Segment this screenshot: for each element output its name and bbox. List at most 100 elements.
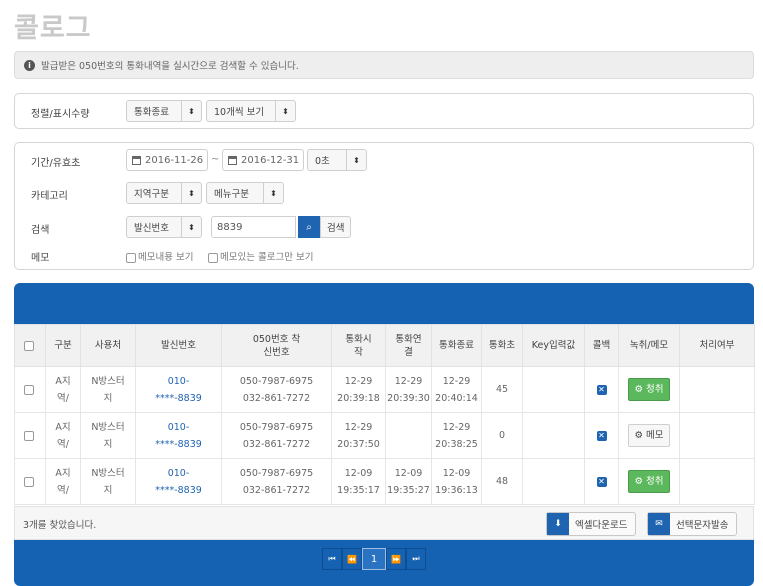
- cell-end: 12-29 20:40:14: [431, 366, 482, 413]
- search-icon[interactable]: ⌕: [298, 216, 320, 238]
- cell-text: A지: [55, 375, 71, 387]
- search-input[interactable]: 8839: [211, 216, 296, 238]
- cell-text: 050-7987-6975: [239, 421, 314, 433]
- cell-caller[interactable]: 010- ****-8839: [135, 458, 222, 505]
- info-icon: i: [24, 59, 35, 71]
- cell-callback[interactable]: ✕: [584, 366, 619, 413]
- cell-text: 032-861-7272: [242, 484, 311, 496]
- cell-text: 12-29: [344, 421, 373, 433]
- excel-button-label: 엑셀다운로드: [575, 520, 628, 531]
- cell-text: 12-29: [394, 375, 423, 387]
- page-current[interactable]: 1: [362, 548, 386, 570]
- search-field-value: 발신번호: [134, 223, 169, 234]
- updown-icon: ⬍: [181, 183, 201, 203]
- row-checkbox[interactable]: [14, 366, 46, 413]
- table-row: A지 역/ N방스터 지 010- ****-8839 050-7987-6975 03…: [14, 458, 755, 505]
- updown-icon: ⬍: [346, 150, 366, 170]
- calendar-icon: [228, 155, 237, 165]
- row-checkbox[interactable]: [14, 458, 46, 505]
- first-page-icon[interactable]: ⏮: [322, 548, 342, 570]
- date-to-value: 2016-12-31: [241, 154, 300, 166]
- listen-button[interactable]: ⚙ 청취: [628, 378, 670, 401]
- cell-text: 20:39:18: [337, 392, 380, 404]
- table-header-bar: [14, 283, 754, 324]
- col-header: 처리여부: [679, 324, 755, 367]
- cell-key: [522, 412, 585, 459]
- sort-select[interactable]: 통화종료 ⬍: [126, 100, 202, 122]
- cell-connect: 12-09 19:35:27: [385, 458, 432, 505]
- date-from-field[interactable]: 2016-11-26: [126, 149, 208, 171]
- search-label: 검색: [31, 225, 50, 236]
- sort-panel: 정렬/표시수량 통화종료 ⬍ 10개씩 보기 ⬍: [14, 93, 754, 129]
- search-button[interactable]: 검색: [320, 216, 352, 238]
- menu-select[interactable]: 메뉴구분 ⬍: [206, 182, 284, 204]
- cell-type: A지 역/: [45, 366, 81, 413]
- cell-text: 032-861-7272: [242, 438, 311, 450]
- calendar-icon: [132, 155, 141, 165]
- col-header: 050번호 착신번호: [221, 324, 332, 367]
- menu-select-value: 메뉴구분: [214, 189, 249, 200]
- callback-icon[interactable]: ✕: [596, 431, 607, 441]
- select-all-checkbox[interactable]: [14, 324, 46, 367]
- cell-caller[interactable]: 010- ****-8839: [135, 412, 222, 459]
- seconds-select-value: 0초: [315, 156, 330, 167]
- cell-type: A지 역/: [45, 458, 81, 505]
- cell-text: N방스터: [91, 467, 125, 479]
- cell-user: N방스터 지: [80, 458, 136, 505]
- cell-text: 010-: [167, 375, 190, 387]
- cell-start: 12-29 20:37:50: [331, 412, 386, 459]
- cell-text: 20:40:14: [435, 392, 478, 404]
- cell-record: ⚙ 메모: [618, 412, 680, 459]
- cell-050: 050-7987-6975 032-861-7272: [221, 366, 332, 413]
- cell-caller[interactable]: 010- ****-8839: [135, 366, 222, 413]
- col-header: 통화연결: [385, 324, 432, 367]
- cell-seconds: 48: [481, 458, 523, 505]
- prev-page-icon[interactable]: ⏪: [342, 548, 362, 570]
- cell-status: [679, 458, 755, 505]
- cell-callback[interactable]: ✕: [584, 412, 619, 459]
- memo-only-checkbox[interactable]: 메모있는 콜로그만 보기: [208, 249, 313, 263]
- cell-text: 19:36:13: [435, 484, 478, 496]
- cell-text: 20:38:25: [435, 438, 478, 450]
- table-header-row: 구분 사용처 발신번호 050번호 착신번호 통화시작 통화연결 통화종료 통화…: [14, 324, 755, 367]
- next-page-icon[interactable]: ⏩: [386, 548, 406, 570]
- cell-callback[interactable]: ✕: [584, 458, 619, 505]
- filter-panel: 기간/유효초 2016-11-26 ~ 2016-12-31 0초 ⬍ 카테고리…: [14, 142, 754, 270]
- excel-download-button[interactable]: ⬇ 엑셀다운로드: [546, 512, 637, 536]
- cell-text: 12-29: [344, 375, 373, 387]
- updown-icon: ⬍: [181, 101, 201, 121]
- listen-button[interactable]: ⚙ 청취: [628, 470, 670, 493]
- seconds-select[interactable]: 0초 ⬍: [307, 149, 367, 171]
- search-field-select[interactable]: 발신번호 ⬍: [126, 216, 202, 238]
- cell-text: 050-7987-6975: [239, 467, 314, 479]
- download-icon: ⬇: [547, 513, 569, 535]
- cell-text: 050-7987-6975: [239, 375, 314, 387]
- cell-text: 19:35:17: [337, 484, 380, 496]
- col-header: Key입력값: [522, 324, 585, 367]
- cell-text: 19:35:27: [387, 484, 430, 496]
- cell-text: 12-09: [344, 467, 373, 479]
- search-input-value: 8839: [217, 221, 243, 233]
- memo-view-checkbox[interactable]: 메모내용 보기: [126, 249, 193, 263]
- count-select[interactable]: 10개씩 보기 ⬍: [206, 100, 296, 122]
- region-select[interactable]: 지역구분 ⬍: [126, 182, 202, 204]
- memo-button[interactable]: ⚙ 메모: [628, 424, 670, 447]
- updown-icon: ⬍: [263, 183, 283, 203]
- sms-button-label: 선택문자발송: [676, 520, 729, 531]
- cell-user: N방스터 지: [80, 412, 136, 459]
- info-notice: i 발급받은 050번호의 통화내역을 실시간으로 검색할 수 있습니다.: [14, 51, 754, 79]
- sms-send-button[interactable]: ✉ 선택문자발송: [647, 512, 738, 536]
- cell-text: 12-29: [442, 375, 471, 387]
- category-label: 카테고리: [31, 191, 68, 202]
- callback-icon[interactable]: ✕: [596, 477, 607, 487]
- table-row: A지 역/ N방스터 지 010- ****-8839 050-7987-6975 03…: [14, 412, 755, 459]
- row-checkbox[interactable]: [14, 412, 46, 459]
- date-to-field[interactable]: 2016-12-31: [222, 149, 304, 171]
- callback-icon[interactable]: ✕: [596, 385, 607, 395]
- checkbox-icon: [126, 252, 136, 263]
- last-page-icon[interactable]: ⏭: [406, 548, 426, 570]
- checkbox-icon: [24, 384, 34, 395]
- date-from-value: 2016-11-26: [145, 154, 204, 166]
- checkbox-icon: [24, 476, 34, 487]
- cell-text: A지: [55, 421, 71, 433]
